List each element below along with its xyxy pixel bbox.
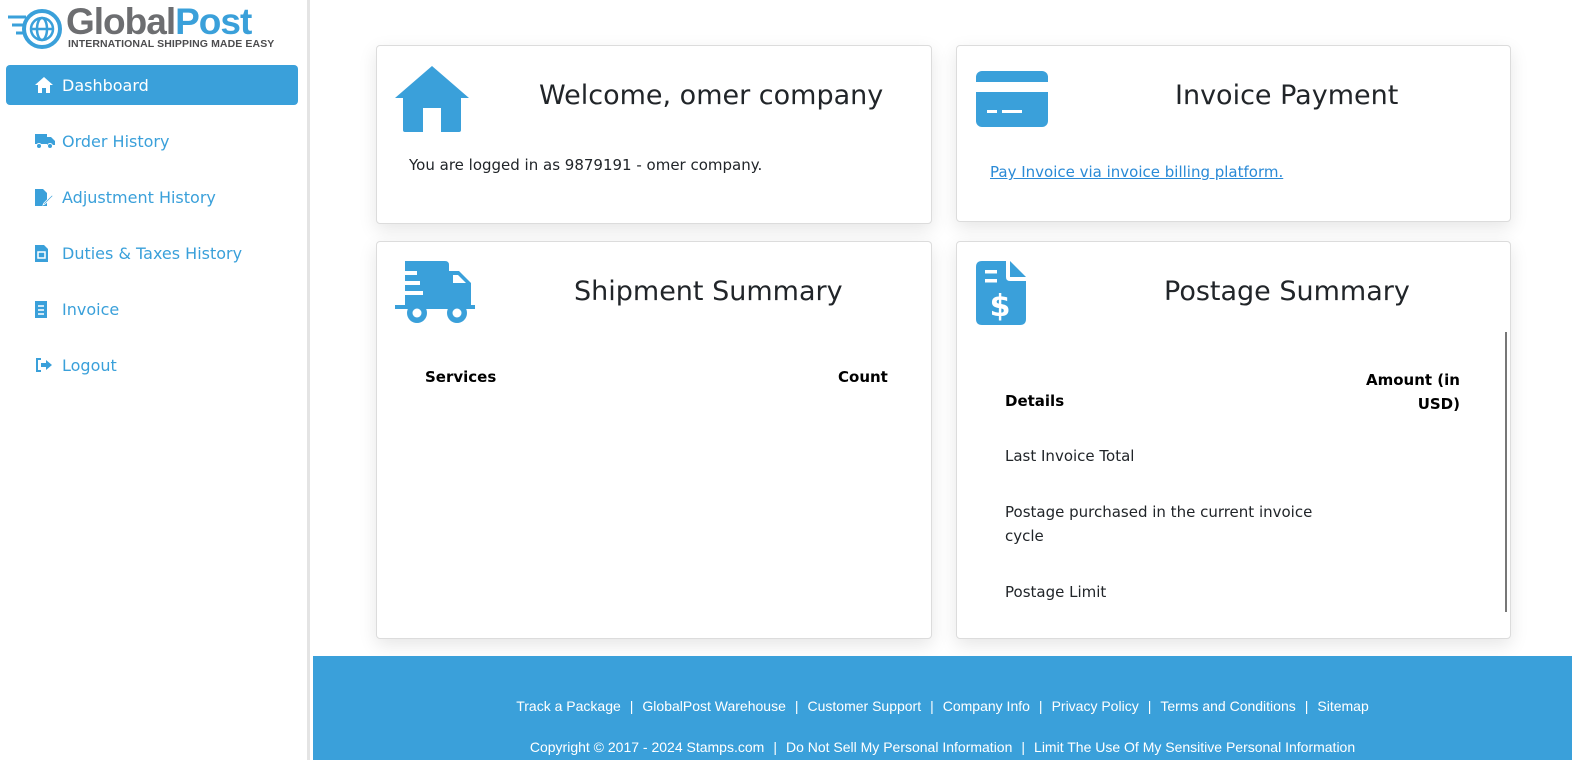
sidebar-nav: Dashboard Order History Adjustment Histo… bbox=[6, 65, 298, 401]
welcome-card: Welcome, omer company You are logged in … bbox=[376, 45, 932, 224]
sidebar: GlobalPost INTERNATIONAL SHIPPING MADE E… bbox=[0, 0, 310, 760]
invoice-payment-title: Invoice Payment bbox=[1175, 80, 1399, 111]
sidebar-item-order-history[interactable]: Order History bbox=[6, 121, 298, 161]
truck-icon bbox=[35, 133, 57, 149]
main-content: Welcome, omer company You are logged in … bbox=[313, 0, 1572, 760]
count-column-header: Count bbox=[838, 368, 888, 386]
footer-separator: | bbox=[1021, 739, 1026, 755]
sidebar-item-logout[interactable]: Logout bbox=[6, 345, 298, 385]
home-icon bbox=[35, 77, 57, 93]
sidebar-item-label: Dashboard bbox=[62, 75, 149, 95]
sign-out-icon bbox=[35, 358, 57, 372]
footer-link-do-not-sell[interactable]: Do Not Sell My Personal Information bbox=[786, 739, 1012, 755]
footer-separator: | bbox=[773, 739, 777, 755]
globe-logo-icon bbox=[8, 9, 62, 49]
file-invoice-icon bbox=[35, 244, 57, 262]
postage-summary-title: Postage Summary bbox=[1164, 276, 1410, 307]
shipping-fast-icon bbox=[395, 261, 475, 323]
postage-summary-card: $ Postage Summary Amount (in USD) Detail… bbox=[956, 241, 1511, 639]
footer-link-company-info[interactable]: Company Info bbox=[943, 698, 1030, 714]
footer-legal-row: Copyright © 2017 - 2024 Stamps.com | Do … bbox=[313, 739, 1572, 755]
welcome-title: Welcome, omer company bbox=[539, 80, 884, 111]
details-column-header: Details bbox=[1005, 392, 1065, 410]
services-column-header: Services bbox=[425, 368, 497, 386]
sidebar-item-duties-taxes-history[interactable]: Duties & Taxes History bbox=[6, 233, 298, 273]
sidebar-item-label: Invoice bbox=[62, 299, 120, 319]
footer-separator: | bbox=[1038, 698, 1043, 714]
shipment-summary-title: Shipment Summary bbox=[574, 276, 843, 307]
logo-brand-global: Global bbox=[66, 1, 176, 42]
footer-link-privacy-policy[interactable]: Privacy Policy bbox=[1052, 698, 1139, 714]
logo-tagline: INTERNATIONAL SHIPPING MADE EASY bbox=[68, 38, 275, 50]
footer-separator: | bbox=[930, 698, 934, 714]
footer-separator: | bbox=[1147, 698, 1152, 714]
table-row-postage-purchased: Postage purchased in the current invoice… bbox=[1005, 500, 1312, 548]
logged-in-text: You are logged in as 9879191 - omer comp… bbox=[409, 156, 763, 174]
row-label-line2: cycle bbox=[1005, 527, 1044, 545]
sidebar-item-invoice[interactable]: Invoice bbox=[6, 289, 298, 329]
sidebar-item-label: Duties & Taxes History bbox=[62, 243, 243, 263]
sidebar-item-label: Adjustment History bbox=[62, 187, 216, 207]
globalpost-logo[interactable]: GlobalPost INTERNATIONAL SHIPPING MADE E… bbox=[6, 2, 276, 52]
svg-text:$: $ bbox=[990, 289, 1011, 324]
table-row-last-invoice-total: Last Invoice Total bbox=[1005, 447, 1135, 465]
file-dollar-icon: $ bbox=[976, 261, 1026, 325]
footer: Track a Package | GlobalPost Warehouse |… bbox=[313, 656, 1572, 760]
footer-link-limit-use[interactable]: Limit The Use Of My Sensitive Personal I… bbox=[1034, 739, 1355, 755]
footer-link-sitemap[interactable]: Sitemap bbox=[1317, 698, 1368, 714]
sidebar-item-adjustment-history[interactable]: Adjustment History bbox=[6, 177, 298, 217]
file-edit-icon bbox=[35, 188, 57, 206]
logo-brand-text: GlobalPost bbox=[66, 1, 252, 42]
sidebar-item-label: Logout bbox=[62, 355, 117, 375]
amount-header-line1: Amount (in bbox=[1366, 371, 1460, 389]
footer-separator: | bbox=[629, 698, 634, 714]
postage-table-scrollbar[interactable] bbox=[1505, 332, 1507, 612]
footer-separator: | bbox=[794, 698, 799, 714]
footer-link-warehouse[interactable]: GlobalPost Warehouse bbox=[642, 698, 785, 714]
footer-separator: | bbox=[1304, 698, 1309, 714]
receipt-icon bbox=[35, 300, 57, 318]
row-label-line1: Postage purchased in the current invoice bbox=[1005, 503, 1313, 521]
sidebar-item-label: Order History bbox=[62, 131, 170, 151]
shipment-summary-card: Shipment Summary Services Count bbox=[376, 241, 932, 639]
credit-card-icon bbox=[976, 71, 1048, 127]
pay-invoice-link[interactable]: Pay Invoice via invoice billing platform… bbox=[990, 163, 1283, 181]
footer-copyright: Copyright © 2017 - 2024 Stamps.com bbox=[529, 739, 765, 755]
amount-column-header: Amount (in USD) bbox=[1366, 368, 1460, 416]
amount-header-line2: USD) bbox=[1417, 395, 1460, 413]
home-icon bbox=[395, 66, 469, 132]
footer-link-terms[interactable]: Terms and Conditions bbox=[1160, 698, 1295, 714]
logo-brand-post: Post bbox=[175, 1, 252, 42]
sidebar-item-dashboard[interactable]: Dashboard bbox=[6, 65, 298, 105]
footer-link-customer-support[interactable]: Customer Support bbox=[808, 698, 922, 714]
footer-links-row: Track a Package | GlobalPost Warehouse |… bbox=[313, 698, 1572, 714]
table-row-postage-limit: Postage Limit bbox=[1005, 583, 1107, 601]
footer-link-track-package[interactable]: Track a Package bbox=[516, 698, 621, 714]
invoice-payment-card: Invoice Payment Pay Invoice via invoice … bbox=[956, 45, 1511, 222]
